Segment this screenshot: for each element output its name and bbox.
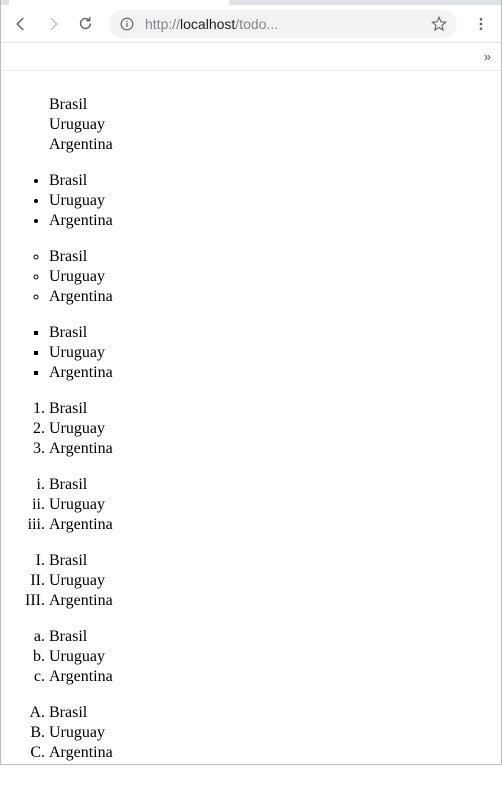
reload-button[interactable]	[71, 10, 99, 38]
list-item: Brasil	[49, 95, 493, 115]
url-text: http://localhost/todo...	[145, 16, 423, 32]
list-item: Uruguay	[49, 115, 493, 135]
tab-strip: Problema	[1, 0, 501, 5]
list-item: Brasil	[49, 703, 493, 723]
bookmark-star-icon[interactable]	[431, 16, 447, 32]
back-button[interactable]	[7, 10, 35, 38]
address-bar[interactable]: http://localhost/todo...	[109, 10, 457, 38]
list-item: Uruguay	[49, 571, 493, 591]
bookmarks-overflow-bar: »	[1, 43, 501, 71]
list-item: Uruguay	[49, 191, 493, 211]
list-decimal: Brasil Uruguay Argentina	[9, 399, 493, 459]
page-content: Brasil Uruguay Argentina Brasil Uruguay …	[1, 71, 501, 787]
minimize-button[interactable]	[363, 0, 409, 5]
site-info-icon[interactable]	[119, 16, 135, 32]
window-controls	[363, 0, 501, 5]
list-item: Argentina	[49, 439, 493, 459]
browser-toolbar: http://localhost/todo...	[1, 5, 501, 43]
list-item: Uruguay	[49, 495, 493, 515]
new-tab-button[interactable]	[235, 0, 263, 3]
list-circle: Brasil Uruguay Argentina	[9, 247, 493, 307]
list-item: Argentina	[49, 135, 493, 155]
list-item: Argentina	[49, 515, 493, 535]
overflow-chevron-icon[interactable]: »	[484, 49, 491, 64]
list-item: Uruguay	[49, 343, 493, 363]
list-item: Uruguay	[49, 723, 493, 743]
list-disc: Brasil Uruguay Argentina	[9, 171, 493, 231]
list-lower-alpha: Brasil Uruguay Argentina	[9, 627, 493, 687]
list-none: Brasil Uruguay Argentina	[9, 95, 493, 155]
list-item: Brasil	[49, 475, 493, 495]
list-square: Brasil Uruguay Argentina	[9, 323, 493, 383]
list-item: Argentina	[49, 287, 493, 307]
list-item: Argentina	[49, 211, 493, 231]
forward-button[interactable]	[39, 10, 67, 38]
list-item: Brasil	[49, 399, 493, 419]
list-item: Brasil	[49, 323, 493, 343]
list-item: Argentina	[49, 363, 493, 383]
list-item: Uruguay	[49, 647, 493, 667]
list-lower-roman: Brasil Uruguay Argentina	[9, 475, 493, 535]
close-window-button[interactable]	[455, 0, 501, 5]
list-item: Brasil	[49, 627, 493, 647]
list-upper-alpha: Brasil Uruguay Argentina	[9, 703, 493, 763]
maximize-button[interactable]	[409, 0, 455, 5]
list-upper-roman: Brasil Uruguay Argentina	[9, 551, 493, 611]
list-item: Argentina	[49, 743, 493, 763]
list-item: Brasil	[49, 247, 493, 267]
list-item: Uruguay	[49, 419, 493, 439]
browser-tab[interactable]: Problema	[9, 0, 229, 5]
list-item: Brasil	[49, 551, 493, 571]
list-item: Uruguay	[49, 267, 493, 287]
browser-menu-button[interactable]	[467, 10, 495, 38]
list-item: Argentina	[49, 667, 493, 687]
list-item: Argentina	[49, 591, 493, 611]
list-item: Brasil	[49, 171, 493, 191]
